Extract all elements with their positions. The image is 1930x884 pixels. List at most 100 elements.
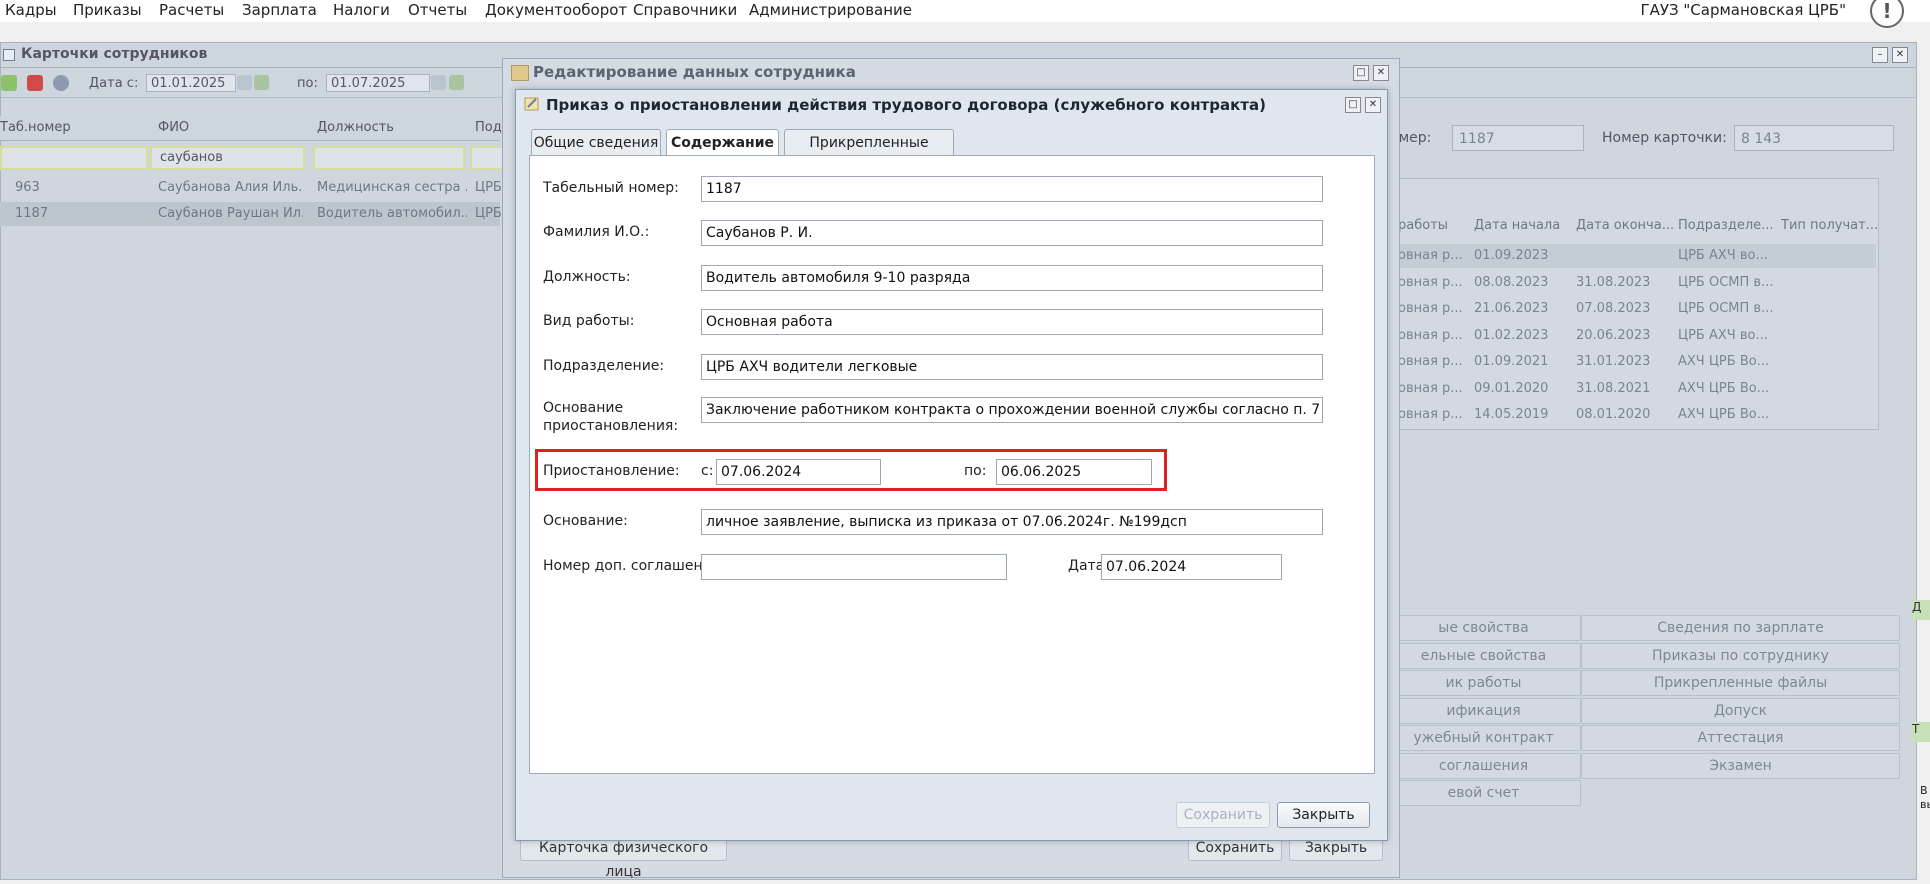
grid-cell: ЦРБ ОСМП в... — [1678, 301, 1774, 316]
grid-cell: овная р... — [1398, 248, 1463, 263]
cell-dept: ЦРБ — [475, 180, 502, 195]
employee-action-button[interactable]: Приказы по сотруднику — [1581, 642, 1900, 669]
column-end-date[interactable]: Дата оконча... — [1576, 218, 1674, 242]
employee-action-button[interactable]: Аттестация — [1581, 725, 1900, 751]
edge-tab-d[interactable]: Д — [1912, 600, 1930, 620]
menu-administration[interactable]: Администрирование — [749, 0, 912, 20]
column-tab-number[interactable]: Таб.номер — [0, 120, 71, 135]
cell-fio: Саубанов Раушан Ил... — [158, 206, 303, 221]
menu-kadry[interactable]: Кадры — [5, 0, 57, 20]
dialog-save-button[interactable]: Сохранить — [1176, 802, 1270, 828]
employee-action-button[interactable]: Сведения по зарплате — [1581, 615, 1900, 641]
work-type-label: Вид работы: — [543, 313, 635, 329]
position-label: Должность: — [543, 269, 631, 285]
menu-reports[interactable]: Отчеты — [408, 0, 467, 20]
date-from-input[interactable]: 01.01.2025 — [146, 74, 236, 92]
grid-cell: ЦРБ ОСМП в... — [1678, 274, 1774, 290]
column-start-date[interactable]: Дата начала — [1474, 218, 1560, 242]
right-tab-number-field[interactable]: 1187 — [1452, 125, 1584, 151]
employee-action-button[interactable]: ик работы — [1386, 670, 1581, 696]
employee-action-button[interactable]: ые свойства — [1386, 615, 1581, 641]
employee-action-button[interactable]: Допуск — [1581, 697, 1900, 724]
column-recipient-type[interactable]: Тип получат... — [1781, 218, 1878, 242]
employee-action-button[interactable]: ужебный контракт — [1386, 725, 1581, 751]
employee-action-button[interactable]: евой счет — [1386, 780, 1581, 806]
filter-fio[interactable]: саубанов — [150, 146, 305, 170]
agreement-date-field[interactable]: 07.06.2024 — [1101, 554, 1282, 580]
grid-cell: 14.05.2019 — [1474, 407, 1549, 422]
grid-cell: 08.01.2020 — [1576, 407, 1651, 422]
alert-icon[interactable]: ! — [1870, 0, 1904, 28]
employee-action-button[interactable]: ельные свойства — [1386, 642, 1581, 669]
column-department[interactable]: Подразделе... — [1678, 218, 1774, 242]
add-icon[interactable] — [1, 75, 17, 91]
close-icon[interactable]: ✕ — [1365, 97, 1381, 113]
agreement-number-field[interactable] — [701, 554, 1007, 580]
tab-general[interactable]: Общие сведения — [531, 129, 661, 156]
employee-action-button[interactable]: Экзамен — [1581, 752, 1900, 779]
cards-window-title: Карточки сотрудников — [21, 46, 208, 62]
refresh-icon[interactable] — [254, 75, 269, 90]
menu-orders[interactable]: Приказы — [73, 0, 142, 20]
cell-position: Водитель автомобил... — [317, 206, 467, 221]
column-position[interactable]: Должность — [317, 120, 394, 135]
employee-action-button[interactable]: ификация — [1386, 697, 1581, 724]
edge-text-v: В — [1920, 784, 1928, 797]
position-field[interactable]: Водитель автомобиля 9-10 разряда — [701, 265, 1323, 291]
maximize-icon[interactable]: □ — [1353, 65, 1369, 81]
edit-window-icon — [511, 65, 529, 81]
work-type-field[interactable]: Основная работа — [701, 309, 1323, 335]
refresh-icon[interactable] — [449, 75, 464, 90]
calendar-icon[interactable] — [431, 75, 446, 90]
grid-cell: овная р... — [1398, 380, 1463, 396]
column-fio[interactable]: ФИО — [158, 120, 189, 135]
dialog-title: Приказ о приостановлении действия трудов… — [546, 96, 1266, 114]
card-number-field[interactable]: 8 143 — [1734, 125, 1894, 151]
menu-taxes[interactable]: Налоги — [333, 0, 390, 20]
close-icon[interactable]: ✕ — [1892, 47, 1908, 63]
card-number-label: Номер карточки: — [1602, 130, 1727, 146]
edit-window-titlebar: Редактирование данных сотрудника □ ✕ — [503, 59, 1399, 83]
filter-dept[interactable] — [470, 146, 504, 170]
grid-cell: овная р... — [1398, 301, 1463, 316]
employee-action-button[interactable]: соглашения — [1386, 752, 1581, 779]
tab-content[interactable]: Содержание — [666, 129, 779, 157]
suspension-period-highlight — [535, 449, 1167, 491]
basis-label: Основание: — [543, 513, 628, 529]
filter-tab-number[interactable] — [0, 146, 148, 170]
grid-cell: АХЧ ЦРБ Во... — [1678, 380, 1770, 396]
grid-cell: 08.08.2023 — [1474, 274, 1549, 290]
column-dept[interactable]: Под — [475, 120, 502, 135]
table-row-selected[interactable]: 1187 Саубанов Раушан Ил... Водитель авто… — [0, 202, 502, 226]
close-icon[interactable]: ✕ — [1373, 65, 1389, 81]
edge-text-vy: вы — [1920, 798, 1930, 811]
person-icon[interactable] — [53, 75, 69, 91]
date-to-input[interactable]: 01.07.2025 — [326, 74, 430, 92]
delete-icon[interactable] — [27, 75, 43, 91]
menu-salary[interactable]: Зарплата — [242, 0, 317, 20]
maximize-icon[interactable]: □ — [1345, 97, 1361, 113]
table-row[interactable]: 963 Саубанова Алия Иль... Медицинская се… — [0, 176, 502, 200]
employee-action-button[interactable]: Прикрепленные файлы — [1581, 670, 1900, 696]
menu-directories[interactable]: Справочники — [633, 0, 737, 20]
grid-cell: 01.02.2023 — [1474, 327, 1549, 343]
edge-tab-t[interactable]: Т — [1912, 722, 1930, 742]
main-menubar: Кадры Приказы Расчеты Зарплата Налоги От… — [0, 0, 1930, 28]
dialog-close-button[interactable]: Закрыть — [1277, 802, 1370, 828]
column-work[interactable]: работы — [1398, 218, 1448, 242]
grid-cell: АХЧ ЦРБ Во... — [1678, 354, 1770, 369]
grid-cell: ЦРБ АХЧ во... — [1678, 248, 1768, 263]
menu-document-flow[interactable]: Документооборот — [485, 0, 627, 20]
calendar-icon[interactable] — [237, 75, 252, 90]
menu-calculations[interactable]: Расчеты — [159, 0, 224, 20]
date-from-label: Дата с: — [89, 76, 139, 91]
cell-tab-number: 963 — [15, 180, 40, 195]
tab-attached-files[interactable]: Прикрепленные файлы — [784, 129, 954, 177]
filter-position[interactable] — [313, 146, 465, 170]
department-field[interactable]: ЦРБ АХЧ водители легковые — [701, 354, 1323, 380]
minimize-icon[interactable]: – — [1872, 47, 1888, 63]
fio-field[interactable]: Саубанов Р. И. — [701, 220, 1323, 246]
tab-number-field[interactable]: 1187 — [701, 176, 1323, 202]
suspension-basis-field[interactable]: Заключение работником контракта о прохож… — [701, 397, 1323, 423]
basis-field[interactable]: личное заявление, выписка из приказа от … — [701, 509, 1323, 535]
